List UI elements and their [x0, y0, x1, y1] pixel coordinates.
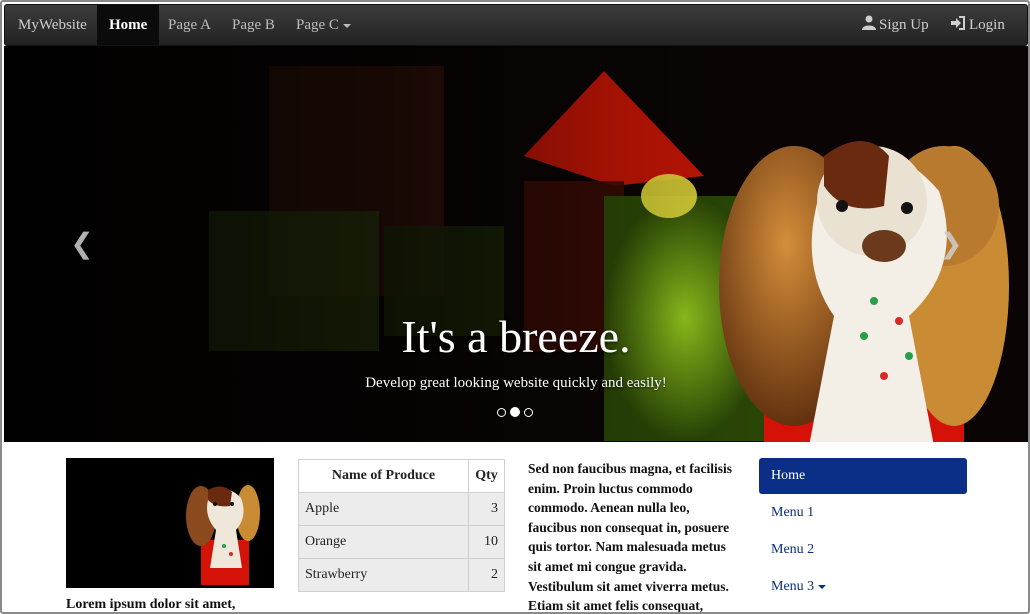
caret-down-icon: [818, 584, 827, 589]
login-link[interactable]: Login: [950, 5, 1005, 45]
browser-frame: MyWebsite Home Page A Page B Page C Sign…: [0, 0, 1030, 614]
side-nav-menu-2[interactable]: Menu 2: [759, 532, 967, 568]
login-icon: [950, 6, 966, 46]
produce-table: Name of Produce Qty Apple 3 Orange 10 St…: [298, 459, 505, 592]
table-row: Strawberry 2: [298, 558, 505, 592]
carousel-next-button[interactable]: ❯: [936, 226, 966, 262]
side-nav: Home Menu 1 Menu 2 Menu 3: [759, 458, 967, 606]
signup-label: Sign Up: [879, 17, 929, 33]
carousel-indicator[interactable]: [497, 407, 506, 417]
nav-page-b[interactable]: Page B: [220, 5, 287, 45]
side-nav-menu-3[interactable]: Menu 3: [759, 569, 967, 605]
user-icon: [862, 6, 876, 46]
header-qty: Qty: [468, 459, 505, 493]
table-row: Apple 3: [298, 492, 505, 526]
signup-link[interactable]: Sign Up: [862, 5, 929, 45]
carousel-indicator[interactable]: [524, 407, 533, 417]
side-nav-home[interactable]: Home: [759, 458, 967, 494]
header-name: Name of Produce: [298, 459, 469, 493]
hero-carousel: ❮ ❯ It's a breeze. Develop great looking…: [4, 46, 1028, 442]
carousel-title: It's a breeze.: [401, 311, 631, 362]
carousel-subtitle: Develop great looking website quickly an…: [365, 375, 667, 391]
table-header-row: Name of Produce Qty: [298, 459, 505, 493]
produce-qty: 2: [468, 558, 505, 592]
side-nav-menu-1[interactable]: Menu 1: [759, 495, 967, 531]
top-navbar: MyWebsite Home Page A Page B Page C Sign…: [4, 4, 1028, 46]
produce-name: Strawberry: [298, 558, 469, 592]
body-paragraph: Sed non faucibus magna, et facilisis eni…: [528, 461, 733, 614]
produce-name: Apple: [298, 492, 469, 526]
nav-page-c[interactable]: Page C: [284, 5, 363, 45]
carousel-indicators: [497, 403, 537, 418]
nav-page-c-label: Page C: [296, 17, 339, 33]
thumbnail-caption: Lorem ipsum dolor sit amet,: [66, 597, 236, 612]
dog-figurine-image: [66, 458, 274, 588]
thumbnail-image: [66, 458, 274, 588]
nav-page-a[interactable]: Page A: [156, 5, 223, 45]
nav-home[interactable]: Home: [97, 5, 160, 45]
produce-qty: 3: [468, 492, 505, 526]
chevron-right-icon: ❯: [939, 227, 963, 260]
produce-name: Orange: [298, 525, 469, 559]
carousel-prev-button[interactable]: ❮: [67, 226, 97, 262]
produce-qty: 10: [468, 525, 505, 559]
login-label: Login: [969, 17, 1005, 33]
brand-link[interactable]: MyWebsite: [18, 5, 87, 45]
table-row: Orange 10: [298, 525, 505, 559]
chevron-left-icon: ❮: [70, 227, 94, 260]
side-nav-menu-3-label: Menu 3: [771, 579, 815, 594]
caret-down-icon: [342, 23, 351, 28]
